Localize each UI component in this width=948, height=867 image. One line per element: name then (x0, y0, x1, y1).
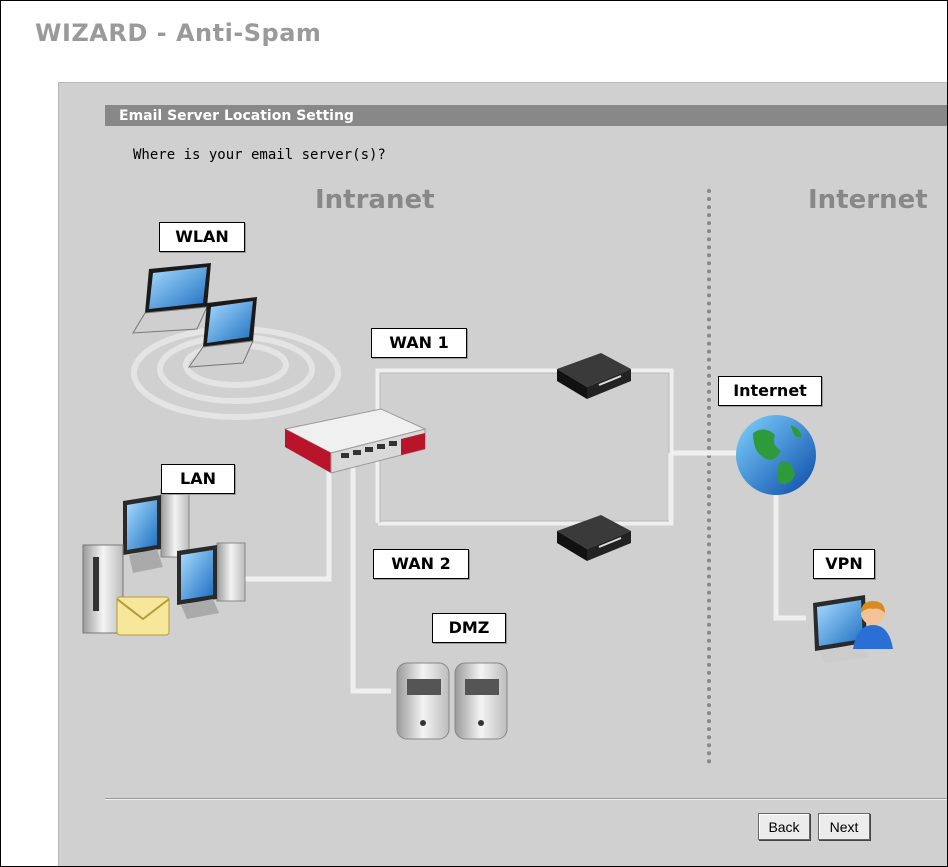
dmz-server-icon-2 (454, 662, 508, 740)
footer-divider (105, 798, 947, 800)
internet-globe-icon (736, 415, 816, 495)
network-diagram (82, 263, 893, 740)
dmz-label: DMZ (432, 613, 506, 643)
vpn-user-icon (813, 595, 893, 663)
wlan-laptop-icon-1 (132, 263, 211, 334)
firewall-router-icon (283, 408, 427, 474)
dmz-server-icon-1 (396, 662, 450, 740)
wan1-label: WAN 1 (371, 328, 467, 358)
wan1-modem-icon (557, 353, 631, 399)
wan2-label: WAN 2 (373, 549, 469, 579)
wlan-label: WLAN (159, 222, 245, 252)
wizard-window: WIZARD - Anti-Spam Email Server Location… (0, 0, 948, 867)
lan-label: LAN (161, 464, 235, 494)
wan-link-lines (241, 368, 806, 694)
internet-label: Internet (718, 376, 822, 406)
next-button[interactable]: Next (818, 813, 870, 840)
vpn-label: VPN (813, 549, 875, 579)
lan-computer-icon-2 (177, 542, 246, 619)
back-button[interactable]: Back (758, 813, 810, 840)
